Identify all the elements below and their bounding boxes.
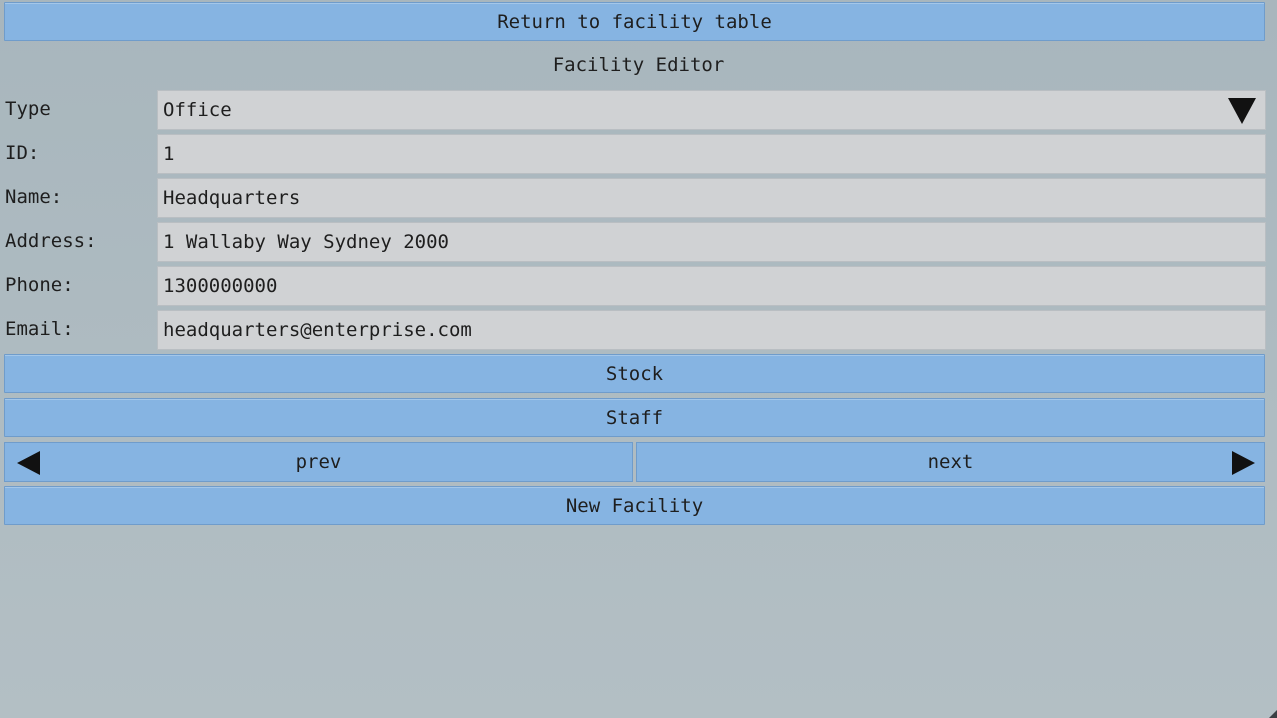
new-facility-button-label: New Facility [565,494,704,517]
name-label: Name: [5,186,63,208]
email-label: Email: [5,318,74,340]
type-select[interactable]: Office [157,90,1266,130]
page-title: Facility Editor [552,54,725,76]
right-arrow-icon [1232,451,1255,475]
phone-field[interactable]: 1300000000 [157,266,1266,306]
return-to-facility-table-button[interactable]: Return to facility table [4,2,1265,41]
next-button-label: next [927,451,974,473]
staff-button-label: Staff [605,406,664,429]
stock-button[interactable]: Stock [4,354,1265,393]
prev-button-label: prev [295,451,342,473]
new-facility-button[interactable]: New Facility [4,486,1265,525]
next-button[interactable]: next [636,442,1265,482]
prev-button[interactable]: prev [4,442,633,482]
resize-grip-icon[interactable] [1269,710,1277,718]
dropdown-arrow-icon[interactable] [1228,98,1256,124]
id-field[interactable]: 1 [157,134,1266,174]
name-field[interactable]: Headquarters [157,178,1266,218]
left-arrow-icon [17,451,40,475]
address-field[interactable]: 1 Wallaby Way Sydney 2000 [157,222,1266,262]
type-label: Type [5,98,51,120]
phone-label: Phone: [5,274,74,296]
return-button-label: Return to facility table [497,10,772,33]
staff-button[interactable]: Staff [4,398,1265,437]
email-field[interactable]: headquarters@enterprise.com [157,310,1266,350]
type-select-value: Office [163,99,232,121]
address-label: Address: [5,230,97,252]
id-label: ID: [5,142,40,164]
stock-button-label: Stock [605,362,664,385]
